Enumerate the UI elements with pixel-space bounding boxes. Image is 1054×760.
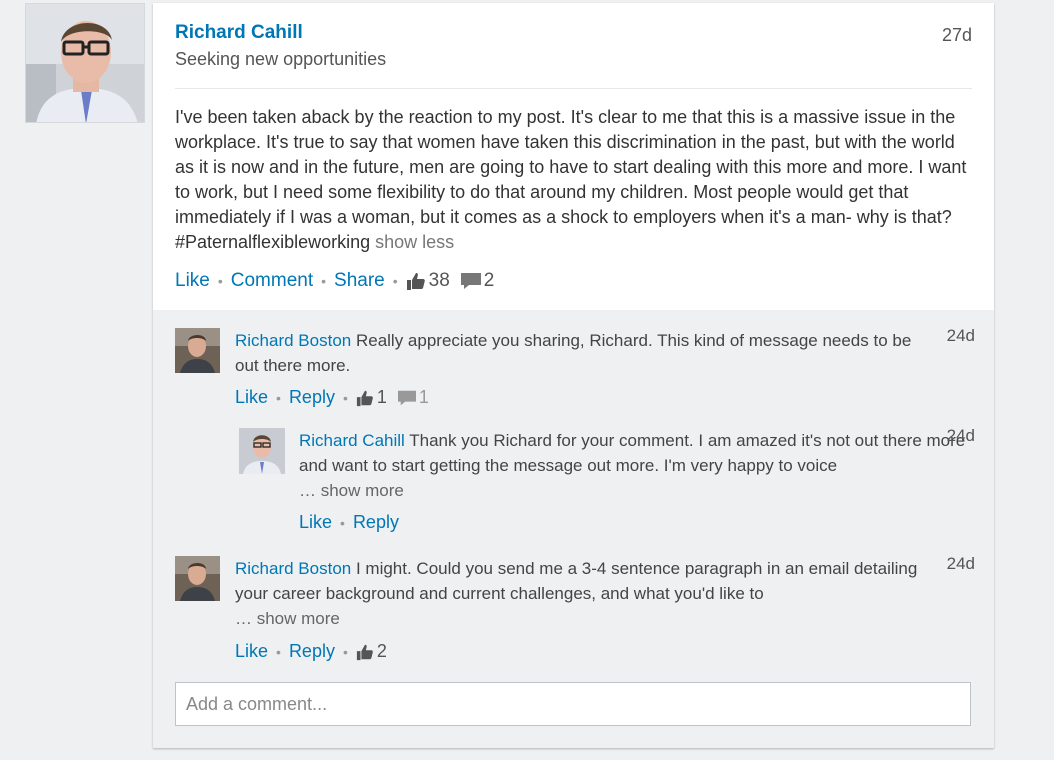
comments-section: Richard Boston Really appreciate you sha…: [153, 310, 994, 748]
like-button[interactable]: Like: [235, 387, 268, 408]
post-text: I've been taken aback by the reaction to…: [175, 107, 967, 252]
like-count: 1: [376, 387, 387, 407]
reply-button[interactable]: Reply: [289, 641, 335, 662]
comment-body: Richard Boston I might. Could you send m…: [235, 556, 925, 631]
commenter-name[interactable]: Richard Cahill: [299, 431, 405, 450]
divider: [175, 88, 972, 89]
post-author-headline: Seeking new opportunities: [175, 49, 387, 69]
author-photo: [26, 4, 144, 122]
like-button[interactable]: Like: [299, 512, 332, 533]
commenter-avatar[interactable]: [175, 556, 220, 601]
separator-dot: •: [321, 273, 327, 289]
commenter-name[interactable]: Richard Boston: [235, 559, 351, 578]
comment-body: Richard Cahill Thank you Richard for you…: [299, 428, 969, 503]
comment-count: 2: [483, 270, 495, 291]
like-count: 2: [376, 641, 387, 661]
show-more-link[interactable]: … show more: [235, 609, 340, 628]
thumbs-up-icon[interactable]: [356, 643, 374, 661]
comment-timestamp: 24d: [946, 426, 975, 445]
thumbs-up-icon[interactable]: [356, 389, 374, 407]
comment-button[interactable]: Comment: [231, 270, 313, 292]
comment-body: Richard Boston Really appreciate you sha…: [235, 328, 925, 378]
post-timestamp: 27d: [941, 25, 972, 45]
separator-dot: •: [392, 273, 398, 289]
like-count: 38: [428, 270, 450, 291]
reply-button[interactable]: Reply: [353, 512, 399, 533]
commenter-name[interactable]: Richard Boston: [235, 331, 351, 350]
reply-comment: Richard Cahill Thank you Richard for you…: [239, 426, 975, 538]
separator-dot: •: [340, 514, 345, 531]
add-comment-input[interactable]: [175, 682, 971, 726]
speech-bubble-icon[interactable]: [397, 389, 417, 407]
comment-actions: Like • Reply • 2: [235, 641, 387, 662]
show-less-link[interactable]: show less: [375, 232, 454, 252]
author-avatar[interactable]: [25, 3, 145, 123]
post-author-name[interactable]: Richard Cahill: [175, 22, 972, 44]
separator-dot: •: [276, 389, 281, 406]
post-header: Richard Cahill Seeking new opportunities: [175, 22, 972, 70]
commenter-avatar[interactable]: [175, 328, 220, 373]
comment: Richard Boston Really appreciate you sha…: [175, 326, 975, 428]
like-button[interactable]: Like: [175, 270, 210, 292]
comment-actions: Like • Reply • 1 1: [235, 387, 429, 408]
separator-dot: •: [342, 643, 348, 660]
share-button[interactable]: Share: [334, 270, 385, 292]
thumbs-up-icon[interactable]: [406, 271, 426, 291]
post-body: I've been taken aback by the reaction to…: [175, 105, 975, 255]
comment-actions: Like • Reply: [299, 512, 399, 533]
separator-dot: •: [342, 389, 348, 406]
reply-button[interactable]: Reply: [289, 387, 335, 408]
speech-bubble-icon[interactable]: [460, 271, 482, 291]
commenter-avatar[interactable]: [239, 428, 285, 474]
like-button[interactable]: Like: [235, 641, 268, 662]
post-actions: Like • Comment • Share • 38 2: [175, 270, 494, 292]
comment-timestamp: 24d: [946, 326, 975, 345]
separator-dot: •: [217, 273, 223, 289]
reply-count: 1: [418, 387, 429, 407]
separator-dot: •: [276, 643, 281, 660]
comment-timestamp: 24d: [946, 554, 975, 573]
comment: Richard Boston I might. Could you send m…: [175, 554, 975, 666]
show-more-link[interactable]: … show more: [299, 481, 404, 500]
post-card: Richard Cahill Seeking new opportunities…: [153, 3, 994, 748]
